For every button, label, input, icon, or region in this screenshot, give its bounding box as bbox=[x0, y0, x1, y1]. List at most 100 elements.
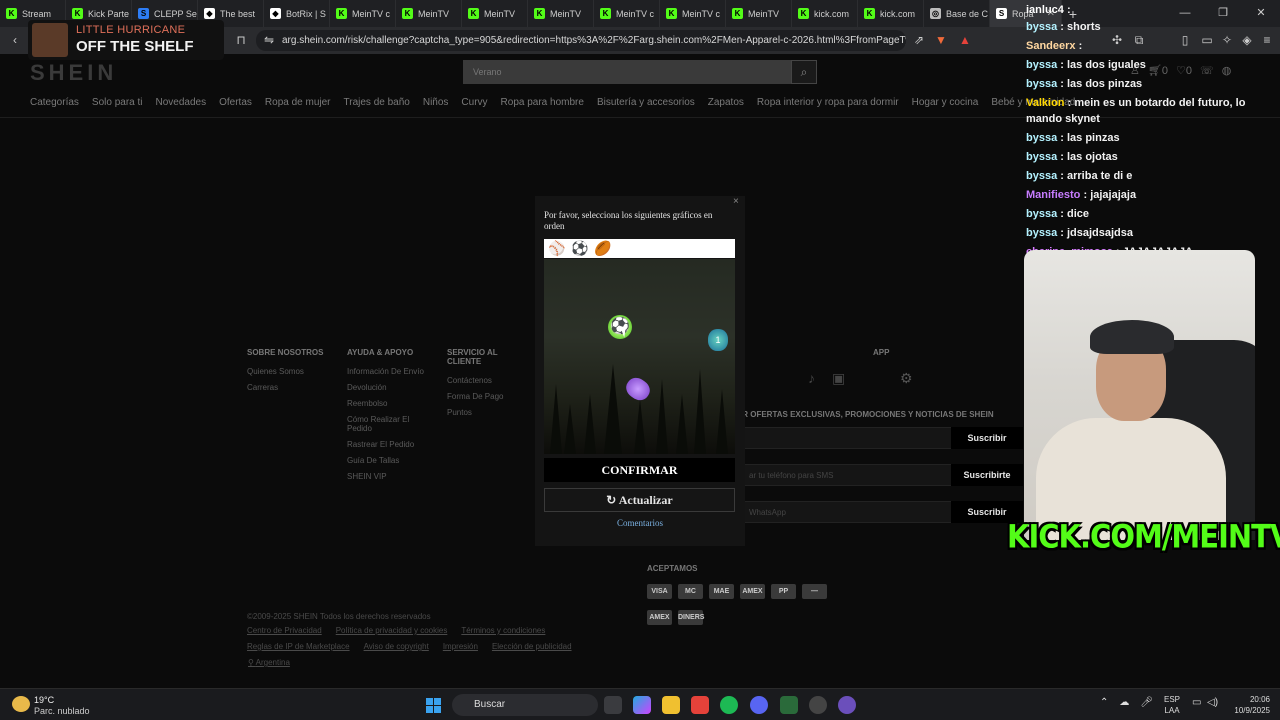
chat-username[interactable]: byssa bbox=[1026, 151, 1057, 163]
browser-tab[interactable]: K MeinTV bbox=[528, 0, 594, 27]
nav-item[interactable]: Novedades bbox=[156, 97, 207, 113]
country-selector[interactable]: ⚲ Argentina bbox=[248, 658, 290, 667]
chat-username[interactable]: Manifiesto bbox=[1026, 189, 1080, 201]
microphone-icon[interactable]: 🎤︎ bbox=[1140, 697, 1153, 708]
copilot-icon[interactable] bbox=[633, 696, 651, 714]
legal-link[interactable]: Reglas de IP de Marketplace bbox=[247, 642, 350, 651]
shein-logo[interactable]: SHEIN bbox=[30, 60, 117, 86]
clock[interactable]: 20:06 10/9/2025 bbox=[1226, 694, 1270, 716]
feedback-link[interactable]: Comentarios bbox=[535, 518, 745, 528]
tray-cloud-icon[interactable]: ☁ bbox=[1119, 697, 1129, 708]
footer-link[interactable]: SHEIN VIP bbox=[347, 472, 431, 481]
legal-link[interactable]: Política de privacidad y cookies bbox=[336, 626, 448, 635]
discord-icon[interactable] bbox=[750, 696, 768, 714]
legal-link[interactable]: Centro de Privacidad bbox=[247, 626, 322, 635]
chat-username[interactable]: byssa bbox=[1026, 59, 1057, 71]
nav-item[interactable]: Trajes de baño bbox=[344, 97, 410, 113]
chat-username[interactable]: Sandeerx bbox=[1026, 40, 1076, 52]
file-explorer-icon[interactable] bbox=[662, 696, 680, 714]
nav-item[interactable]: Niños bbox=[423, 97, 449, 113]
legal-link[interactable]: Impresión bbox=[443, 642, 478, 651]
chat-username[interactable]: byssa bbox=[1026, 208, 1057, 220]
android-icon[interactable]: ⚙ bbox=[900, 370, 913, 387]
spotify-icon[interactable] bbox=[720, 696, 738, 714]
taskbar-search[interactable]: Buscar bbox=[452, 694, 598, 716]
nav-item[interactable]: Hogar y cocina bbox=[912, 97, 979, 113]
browser-tab[interactable]: ◆ BotRix | S bbox=[264, 0, 330, 27]
nav-item[interactable]: Categorías bbox=[30, 97, 79, 113]
footer-link[interactable]: Contáctenos bbox=[447, 376, 517, 385]
browser-tab[interactable]: K MeinTV bbox=[726, 0, 792, 27]
browser-tab[interactable]: Kkick.com bbox=[792, 0, 858, 27]
footer-link[interactable]: Carreras bbox=[247, 383, 323, 392]
footer-link[interactable]: Rastrear El Pedido bbox=[347, 440, 431, 449]
tiktok-icon[interactable]: ♪ bbox=[808, 370, 815, 386]
search-input[interactable]: Verano bbox=[463, 60, 791, 84]
browser-tab[interactable]: K MeinTV c bbox=[594, 0, 660, 27]
captcha-image[interactable]: ⚽ 1 bbox=[544, 259, 735, 454]
subscribe-sms-button[interactable]: Suscribirte bbox=[951, 464, 1023, 486]
tray-chevron-icon[interactable]: ⌃ bbox=[1100, 697, 1108, 708]
nav-item[interactable]: Ropa de mujer bbox=[265, 97, 331, 113]
weather-icon[interactable] bbox=[12, 696, 30, 712]
footer-link[interactable]: Puntos bbox=[447, 408, 517, 417]
baseball-icon[interactable] bbox=[622, 373, 654, 405]
linkedin-icon[interactable]: ▣ bbox=[832, 370, 845, 387]
task-view-icon[interactable] bbox=[604, 696, 622, 714]
sms-subscribe-field[interactable]: ar tu teléfono para SMS Suscribirte bbox=[740, 464, 1023, 486]
browser-tab[interactable]: K MeinTV bbox=[396, 0, 462, 27]
footer-link[interactable]: Forma De Pago bbox=[447, 392, 517, 401]
legal-link[interactable]: Aviso de copyright bbox=[364, 642, 429, 651]
close-icon[interactable]: × bbox=[733, 196, 739, 207]
browser-tab[interactable]: Kkick.com bbox=[858, 0, 924, 27]
volume-icon[interactable]: ◁) bbox=[1207, 697, 1218, 708]
obs-icon[interactable] bbox=[780, 696, 798, 714]
nav-item[interactable]: Ropa interior y ropa para dormir bbox=[757, 97, 899, 113]
footer-link[interactable]: Información De Envío bbox=[347, 367, 431, 376]
nav-item[interactable]: Bisutería y accesorios bbox=[597, 97, 695, 113]
network-icon[interactable]: ▭ bbox=[1192, 697, 1201, 708]
refresh-button[interactable]: ↻ Actualizar bbox=[544, 488, 735, 512]
nav-item[interactable]: Zapatos bbox=[708, 97, 744, 113]
footer-link[interactable]: Reembolso bbox=[347, 399, 431, 408]
browser-tab[interactable]: K MeinTV c bbox=[330, 0, 396, 27]
nav-item[interactable]: Solo para ti bbox=[92, 97, 143, 113]
app2-icon[interactable] bbox=[838, 696, 856, 714]
back-icon[interactable]: ‹ bbox=[8, 33, 22, 47]
confirm-button[interactable]: CONFIRMAR bbox=[544, 458, 735, 482]
app-icon[interactable] bbox=[809, 696, 827, 714]
footer-link[interactable]: Guía De Tallas bbox=[347, 456, 431, 465]
rugby-ball-icon[interactable]: 1 bbox=[708, 329, 728, 351]
nav-item[interactable]: Ropa para hombre bbox=[501, 97, 584, 113]
share-icon[interactable]: ⇗ bbox=[912, 33, 926, 47]
chat-username[interactable]: byssa bbox=[1026, 132, 1057, 144]
brave-shield-icon[interactable]: ▼ bbox=[934, 33, 948, 47]
nav-item[interactable]: Curvy bbox=[461, 97, 487, 113]
brave-icon[interactable] bbox=[691, 696, 709, 714]
language-indicator[interactable]: ESP LAA bbox=[1164, 694, 1180, 716]
address-bar[interactable]: arg.shein.com/risk/challenge?captcha_typ… bbox=[256, 30, 906, 51]
browser-tab[interactable]: K MeinTV bbox=[462, 0, 528, 27]
footer-link[interactable]: Cómo Realizar El Pedido bbox=[347, 415, 431, 433]
brave-rewards-icon[interactable]: ▲ bbox=[958, 33, 972, 47]
whatsapp-subscribe-field[interactable]: WhatsApp Suscribir bbox=[740, 501, 1023, 523]
search-icon[interactable]: ⌕ bbox=[791, 60, 817, 84]
windows-start-icon[interactable] bbox=[426, 698, 441, 713]
bookmark-icon[interactable]: ⊓ bbox=[234, 33, 248, 47]
chat-username[interactable]: ianluc4 bbox=[1026, 4, 1064, 16]
site-info-icon[interactable]: ⇋ bbox=[262, 33, 276, 47]
chat-username[interactable]: byssa bbox=[1026, 227, 1057, 239]
chat-username[interactable]: Valkion bbox=[1026, 97, 1065, 109]
chat-username[interactable]: byssa bbox=[1026, 21, 1057, 33]
legal-link[interactable]: Términos y condiciones bbox=[461, 626, 545, 635]
browser-tab[interactable]: ◎ Base de C bbox=[924, 0, 990, 27]
footer-link[interactable]: Quienes Somos bbox=[247, 367, 323, 376]
chat-username[interactable]: byssa bbox=[1026, 170, 1057, 182]
subscribe-button[interactable]: Suscribir bbox=[951, 427, 1023, 449]
nav-item[interactable]: Ofertas bbox=[219, 97, 252, 113]
email-subscribe-field[interactable]: Suscribir bbox=[740, 427, 1023, 449]
chat-username[interactable]: byssa bbox=[1026, 78, 1057, 90]
legal-link[interactable]: Elección de publicidad bbox=[492, 642, 572, 651]
footer-link[interactable]: Devolución bbox=[347, 383, 431, 392]
browser-tab[interactable]: K MeinTV c bbox=[660, 0, 726, 27]
